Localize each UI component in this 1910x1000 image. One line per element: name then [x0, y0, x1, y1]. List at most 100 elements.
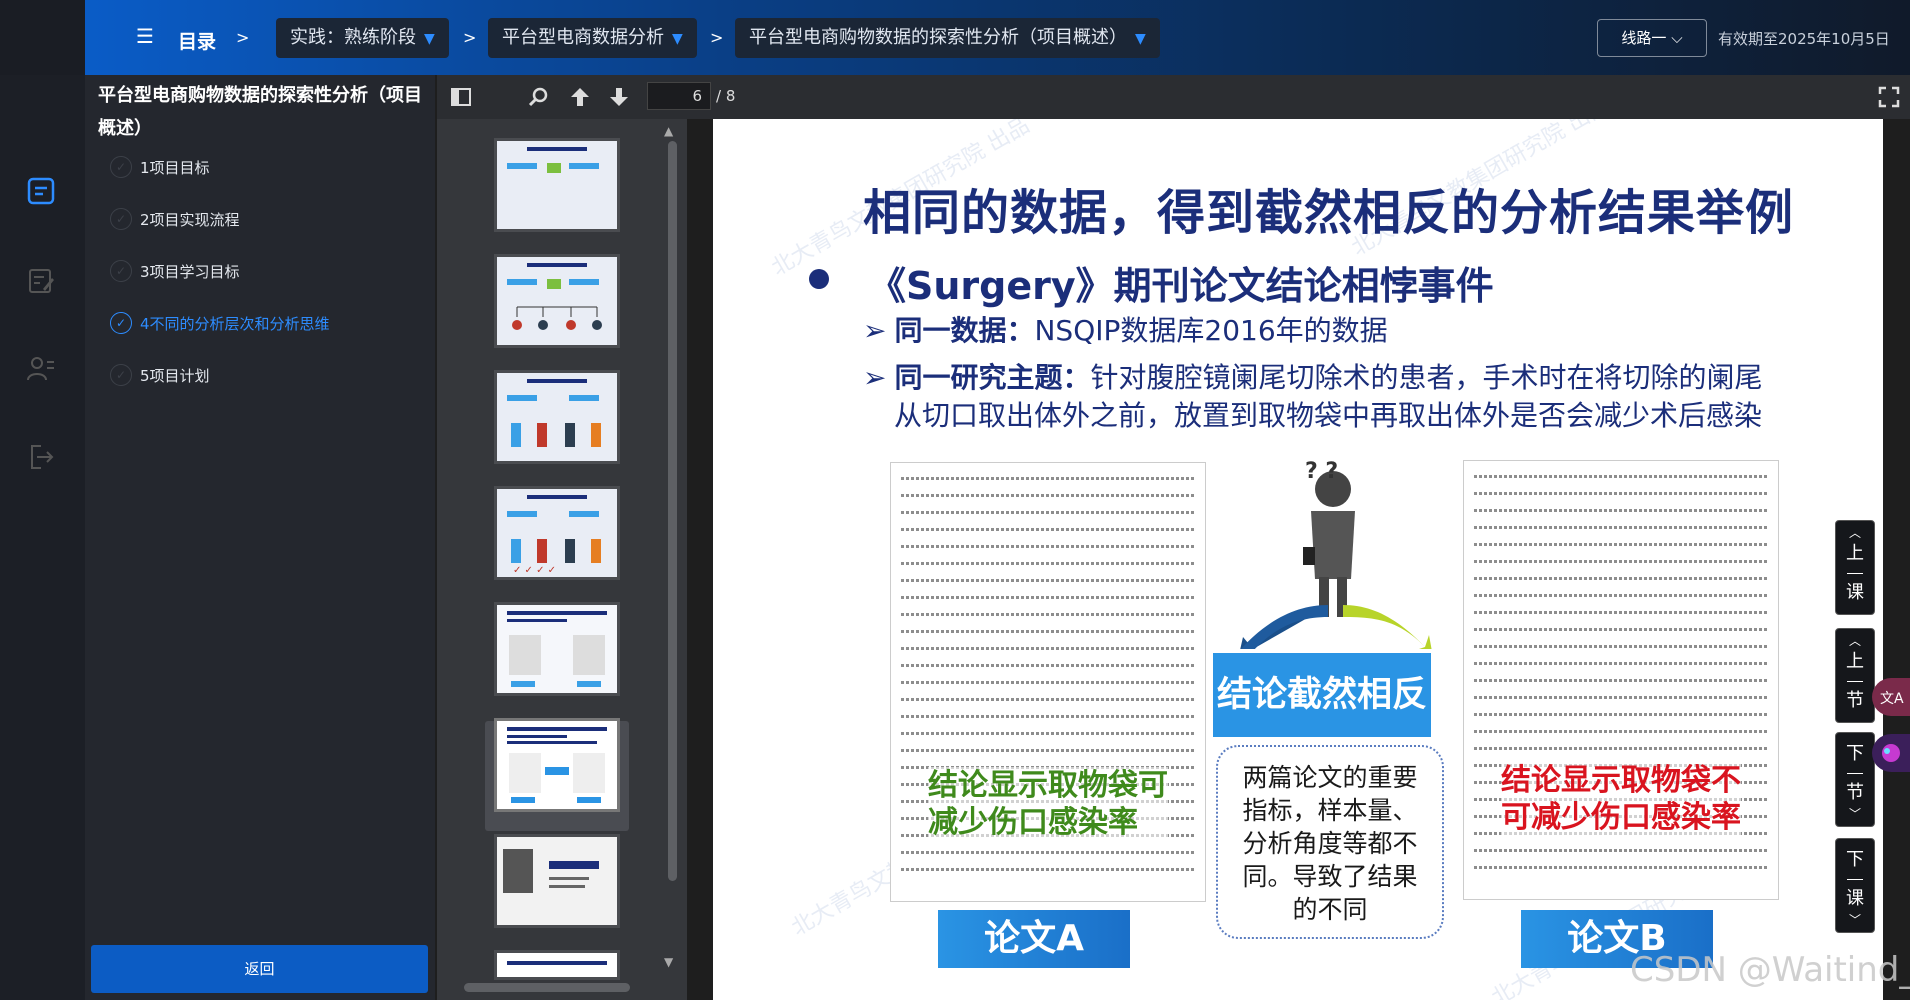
thumbnail-preview	[497, 141, 617, 229]
logout-icon[interactable]	[25, 441, 57, 473]
route-label: 线路一	[1621, 29, 1667, 47]
toc-item-1[interactable]: ✓ 1项目目标	[110, 154, 210, 180]
toc-item-label: 4不同的分析层次和分析思维	[140, 314, 330, 333]
sub-point-topic: ➢ 同一研究主题：针对腹腔镜阑尾切除术的患者，手术时在将切除的阑尾	[863, 359, 1763, 397]
sub-point-topic-cont: 从切口取出体外之前，放置到取物袋中再取出体外是否会减少术后感染	[894, 399, 1763, 432]
caret-down-icon: ▼	[1135, 31, 1146, 47]
breadcrumb-course-label: 平台型电商数据分析	[502, 27, 664, 48]
paper-a-conclusion-line2: 减少伤口感染率	[928, 805, 1138, 840]
thumbnail-page-7[interactable]	[494, 834, 620, 928]
thumbnail-page-1[interactable]	[494, 138, 620, 232]
route-select[interactable]: 线路一 ⌵	[1597, 19, 1707, 57]
breadcrumb-lesson[interactable]: 平台型电商购物数据的探索性分析（项目概述） ▼	[735, 18, 1160, 58]
slide-title: 相同的数据，得到截然相反的分析结果举例	[863, 185, 1795, 241]
explanation-line: 同。导致了结果	[1242, 862, 1418, 891]
thumbnail-page-8[interactable]	[494, 950, 620, 980]
explanation-box: 两篇论文的重要 指标，样本量、 分析角度等都不 同。导致了结果 的不同	[1216, 745, 1444, 939]
thumbnail-page-5[interactable]	[494, 602, 620, 696]
conclusion-box: 结论截然相反	[1213, 653, 1431, 737]
check-circle-icon: ✓	[110, 156, 132, 178]
users-icon[interactable]	[25, 353, 57, 385]
check-circle-icon: ✓	[110, 260, 132, 282]
slide-page: 北大青鸟文教集团研究院 出品 北大青鸟文教集团研究院 出品 北大青鸟文教集团研究…	[713, 119, 1883, 1000]
button-label-top: 下	[1846, 743, 1864, 764]
toc-item-4[interactable]: ✓ 4不同的分析层次和分析思维	[110, 310, 330, 336]
previous-section-button[interactable]: ︿ 上节	[1835, 628, 1875, 723]
thumbnail-page-2[interactable]	[494, 254, 620, 348]
thumbnail-preview: ✓ ✓ ✓ ✓	[497, 489, 617, 577]
viewer-toolbar: 6 / 8	[437, 75, 1910, 119]
edit-note-icon[interactable]	[25, 265, 57, 297]
sub-point-label: 同一研究主题：	[894, 361, 1091, 394]
arrow-right-icon: ➢	[863, 314, 887, 347]
chevron-up-icon: ︿	[1848, 634, 1861, 648]
breadcrumb-course[interactable]: 平台型电商数据分析 ▼	[488, 18, 697, 58]
toc-item-3[interactable]: ✓ 3项目学习目标	[110, 258, 240, 284]
button-label-bottom: 节	[1846, 782, 1864, 803]
bullet-dot	[809, 269, 829, 289]
toc-title: 平台型电商购物数据的探索性分析（项目概述）	[98, 85, 422, 139]
caret-down-icon: ▼	[424, 31, 435, 47]
page-total: / 8	[716, 87, 736, 105]
confused-person-illustration	[1240, 471, 1432, 649]
thumbnail-scrollbar[interactable]	[668, 141, 677, 881]
sidebar-toggle-icon[interactable]	[449, 85, 473, 109]
thumbnail-page-3[interactable]	[494, 370, 620, 464]
breadcrumb-lesson-label: 平台型电商购物数据的探索性分析（项目概述）	[749, 27, 1127, 48]
paper-b-conclusion: 结论显示取物袋不 可减少伤口感染率	[1501, 762, 1741, 836]
check-circle-icon: ✓	[110, 364, 132, 386]
paper-b-conclusion-line1: 结论显示取物袋不	[1501, 763, 1741, 798]
explanation-line: 指标，样本量、	[1242, 796, 1418, 825]
thumbnail-page-4[interactable]: ✓ ✓ ✓ ✓	[494, 486, 620, 580]
button-label-bottom: 课	[1846, 888, 1864, 909]
button-label-top: 下	[1846, 849, 1864, 870]
thumbnail-preview	[497, 953, 617, 977]
document-icon[interactable]	[25, 175, 57, 207]
toc-item-label: 1项目目标	[140, 158, 210, 177]
back-button[interactable]: 返回	[91, 945, 428, 993]
menu-icon[interactable]: ☰	[136, 26, 158, 46]
translate-icon[interactable]: 文A	[1872, 678, 1910, 716]
next-lesson-button[interactable]: 下课 ﹀	[1835, 838, 1875, 933]
breadcrumb-separator: >	[236, 28, 250, 47]
toc-item-2[interactable]: ✓ 2项目实现流程	[110, 206, 240, 232]
breadcrumb-separator: >	[710, 28, 724, 47]
breadcrumb-separator: >	[463, 28, 477, 47]
button-label-bottom: 节	[1846, 690, 1864, 711]
search-icon[interactable]	[527, 85, 551, 109]
toc-item-5[interactable]: ✓ 5项目计划	[110, 362, 210, 388]
menu-title[interactable]: 目录	[178, 27, 216, 54]
explanation-line: 分析角度等都不	[1242, 829, 1418, 858]
arrow-right-icon: ➢	[863, 361, 887, 394]
button-label-top: 上	[1846, 651, 1864, 672]
scroll-down-icon[interactable]: ▼	[664, 955, 673, 969]
thumbnail-preview	[497, 721, 617, 809]
fullscreen-icon[interactable]	[1877, 85, 1901, 109]
previous-page-icon[interactable]	[568, 85, 592, 109]
table-of-contents: 平台型电商购物数据的探索性分析（项目概述） ✓ 1项目目标 ✓ 2项目实现流程 ✓ 3…	[85, 75, 435, 1000]
next-page-icon[interactable]	[607, 85, 631, 109]
icon-rail	[0, 75, 85, 1000]
paper-a-label: 论文A	[938, 910, 1130, 968]
explanation-line: 的不同	[1292, 895, 1368, 924]
check-circle-icon: ✓	[110, 208, 132, 230]
question-marks: ? ?	[1305, 459, 1339, 484]
bullet-heading: 《Surgery》期刊论文结论相悖事件	[868, 264, 1494, 308]
breadcrumb-stage[interactable]: 实践：熟练阶段 ▼	[276, 18, 449, 58]
paper-a-conclusion-line1: 结论显示取物袋可	[928, 768, 1168, 803]
chevron-down-icon: ⌵	[1666, 29, 1683, 47]
next-section-button[interactable]: 下节 ﹀	[1835, 732, 1875, 827]
sub-point-label: 同一数据：	[894, 314, 1035, 347]
horizontal-scrollbar[interactable]	[464, 983, 630, 992]
brain-icon[interactable]	[1872, 734, 1910, 772]
toc-item-label: 3项目学习目标	[140, 262, 240, 281]
page-number-input[interactable]: 6	[647, 82, 711, 110]
thumbnail-page-6-current[interactable]	[494, 718, 620, 812]
csdn-watermark: CSDN @Waitind_	[1630, 950, 1910, 990]
thumbnail-preview	[497, 837, 617, 925]
toc-item-label: 5项目计划	[140, 366, 210, 385]
scroll-up-icon[interactable]: ▲	[664, 124, 673, 138]
sub-point-text: NSQIP数据库2016年的数据	[1034, 314, 1388, 347]
previous-lesson-button[interactable]: ︿ 上课	[1835, 520, 1875, 615]
caret-down-icon: ▼	[672, 31, 683, 47]
